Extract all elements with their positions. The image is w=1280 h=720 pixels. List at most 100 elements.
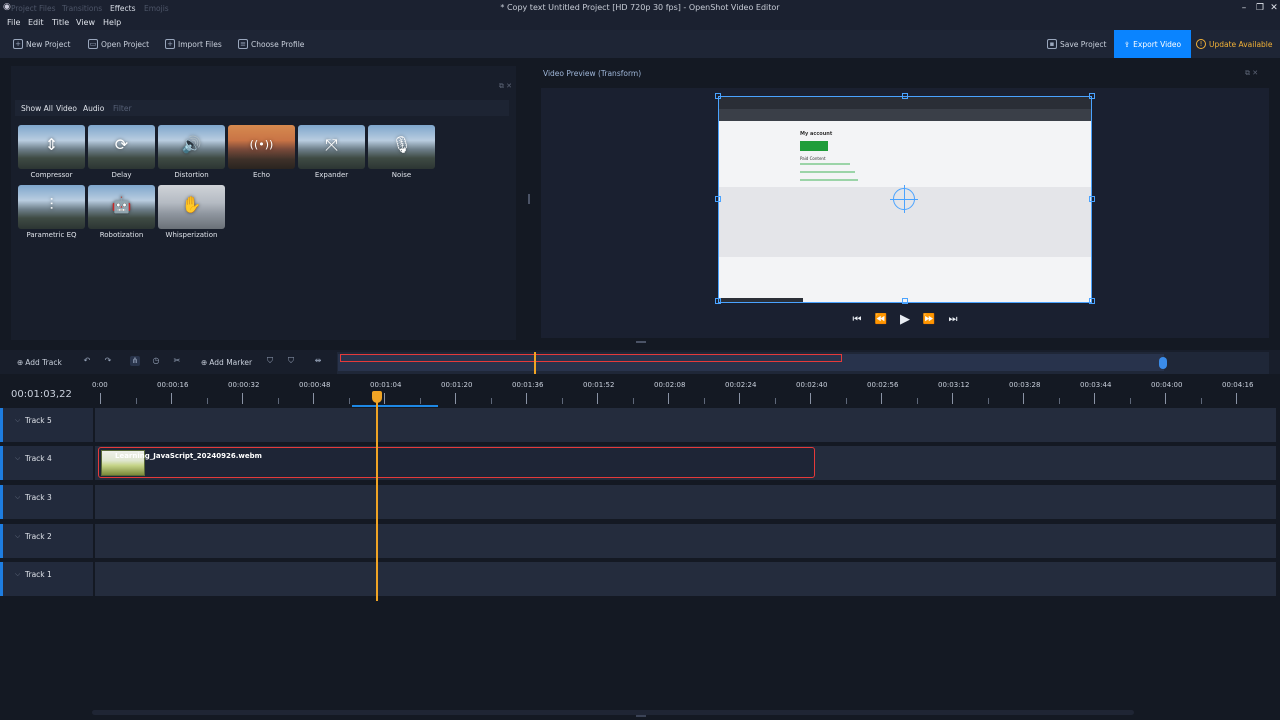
filter-show-all[interactable]: Show All [21, 104, 53, 113]
import-files-label: Import Files [178, 39, 222, 49]
transform-origin-icon[interactable] [890, 185, 918, 213]
effect-label: Delay [111, 171, 132, 179]
tab-effects[interactable]: Effects [110, 4, 136, 13]
profile-icon: ≡ [238, 39, 248, 49]
transform-handle[interactable] [715, 196, 721, 202]
folder-icon: ▭ [88, 39, 98, 49]
effect-label: Echo [253, 171, 270, 179]
track-lane[interactable] [95, 485, 1276, 519]
maximize-button[interactable]: ❐ [1254, 2, 1266, 14]
effect-distortion[interactable]: 🔊 Distortion [158, 125, 226, 181]
choose-profile-button[interactable]: ≡ Choose Profile [238, 37, 304, 51]
timeline-ruler[interactable]: 0:00 00:00:16 00:00:32 00:00:48 00:01:04 00:0… [92, 377, 1280, 407]
track-lane[interactable] [95, 524, 1276, 558]
new-project-button[interactable]: + New Project [13, 37, 70, 51]
track-lane[interactable] [95, 408, 1276, 442]
ruler-tick [597, 393, 598, 404]
playhead-line[interactable] [376, 398, 378, 601]
track-header[interactable]: ⌵ Track 5 [0, 408, 93, 442]
tab-emojis[interactable]: Emojis [144, 4, 169, 13]
horizontal-splitter[interactable] [636, 341, 646, 343]
ruler-tick [171, 393, 172, 404]
transform-handle[interactable] [715, 298, 721, 304]
playhead-handle[interactable] [372, 391, 382, 403]
ruler-minor-tick [419, 398, 421, 404]
menu-view[interactable]: View [76, 18, 95, 27]
add-marker-button[interactable]: ⊕ Add Marker [201, 356, 252, 368]
transform-handle[interactable] [1089, 196, 1095, 202]
save-project-button[interactable]: ▪ Save Project [1047, 37, 1106, 51]
filter-input[interactable]: Filter [113, 104, 132, 113]
overview-zoom-handle[interactable] [1159, 357, 1167, 369]
import-files-button[interactable]: + Import Files [165, 37, 222, 51]
track-name: Track 2 [25, 532, 52, 541]
menu-help[interactable]: Help [103, 18, 121, 27]
play-button[interactable]: ▶ [898, 313, 912, 327]
ruler-minor-tick [206, 398, 208, 404]
transform-handle[interactable] [902, 298, 908, 304]
jump-end-button[interactable]: ⏭ [946, 313, 960, 327]
menu-file[interactable]: File [7, 18, 20, 27]
transform-handle[interactable] [902, 93, 908, 99]
next-marker-icon[interactable]: ⛉ [286, 356, 296, 366]
effect-compressor[interactable]: ⇕ Compressor [18, 125, 86, 181]
open-project-button[interactable]: ▭ Open Project [88, 37, 149, 51]
track-row: ⌵ Track 3 [0, 485, 1276, 519]
filter-audio[interactable]: Audio [83, 104, 104, 113]
track-header[interactable]: ⌵ Track 3 [0, 485, 93, 519]
frame-heading: My account [800, 131, 833, 137]
minimize-button[interactable]: – [1238, 2, 1250, 14]
effect-noise[interactable]: 🎙 Noise [368, 125, 436, 181]
menu-edit[interactable]: Edit [28, 18, 44, 27]
track-header[interactable]: ⌵ Track 4 [0, 446, 93, 480]
transform-handle[interactable] [1089, 93, 1095, 99]
jump-start-button[interactable]: ⏮ [850, 313, 864, 327]
menu-title[interactable]: Title [52, 18, 69, 27]
fast-forward-button[interactable]: ⏩ [922, 313, 936, 327]
add-track-button[interactable]: ⊕ Add Track [17, 356, 62, 368]
close-button[interactable]: ✕ [1268, 2, 1280, 14]
tab-transitions[interactable]: Transitions [62, 4, 102, 13]
window-title: * Copy text Untitled Project [HD 720p 30… [500, 3, 780, 12]
ruler-progress-bar [352, 405, 438, 407]
redo-icon[interactable]: ↷ [103, 356, 113, 366]
chevron-down-icon: ⌵ [15, 416, 21, 424]
ruler-label: 00:01:36 [512, 381, 544, 389]
effect-robotization[interactable]: 🤖 Robotization [88, 185, 156, 241]
ruler-tick [881, 393, 882, 404]
ruler-tick [455, 393, 456, 404]
bottom-grip[interactable] [636, 715, 646, 717]
transform-handle[interactable] [1089, 298, 1095, 304]
ruler-label: 00:02:08 [654, 381, 686, 389]
transform-handle[interactable] [715, 93, 721, 99]
timeline-horizontal-scrollbar[interactable] [92, 710, 1134, 715]
timeline-clip[interactable]: Learning_JavaScript_20240926.webm [98, 447, 815, 478]
hand-icon: ✋ [181, 195, 202, 214]
effect-parametric-eq[interactable]: ⫶ Parametric EQ [18, 185, 86, 241]
ruler-label: 00:02:24 [725, 381, 757, 389]
tab-project-files[interactable]: Project Files [11, 4, 56, 13]
preview-float-close-icons[interactable]: ⧉ ✕ [1245, 69, 1258, 78]
track-header[interactable]: ⌵ Track 2 [0, 524, 93, 558]
effect-echo[interactable]: ((•)) Echo [228, 125, 296, 181]
panel-float-close-icons[interactable]: ⧉ ✕ [499, 82, 512, 91]
undo-icon[interactable]: ↶ [82, 356, 92, 366]
effect-whisperization[interactable]: ✋ Whisperization [158, 185, 226, 241]
ruler-tick [739, 393, 740, 404]
timing-icon[interactable]: ◷ [151, 356, 161, 366]
effect-delay[interactable]: ⟳ Delay [88, 125, 156, 181]
track-header[interactable]: ⌵ Track 1 [0, 562, 93, 596]
export-video-button[interactable]: ⇪ Export Video [1114, 30, 1191, 58]
previous-marker-icon[interactable]: ⛉ [265, 356, 275, 366]
track-lane[interactable] [95, 562, 1276, 596]
filter-video[interactable]: Video [56, 104, 77, 113]
snap-icon[interactable]: ⋔ [130, 356, 140, 366]
add-track-icon: ⊕ [17, 357, 24, 367]
center-playhead-icon[interactable]: ⇹ [313, 356, 323, 366]
new-project-icon: + [13, 39, 23, 49]
update-available-button[interactable]: ! Update Available [1196, 37, 1273, 51]
vertical-splitter[interactable] [528, 194, 530, 204]
rewind-button[interactable]: ⏪ [874, 313, 888, 327]
razor-icon[interactable]: ✂ [172, 356, 182, 366]
effect-expander[interactable]: ⤧ Expander [298, 125, 366, 181]
